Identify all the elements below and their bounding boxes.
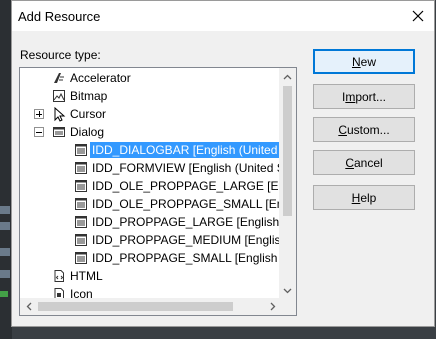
cursor-icon [51,106,67,122]
tree-item[interactable]: Bitmap [20,87,281,105]
tree-item-label: IDD_FORMVIEW [English (United States)] [92,161,281,175]
dialog-template-icon [73,178,89,194]
tree-item-label: Cursor [70,107,107,121]
chevron-up-icon [283,74,292,79]
background-editor-marks [0,200,10,300]
horizontal-scrollbar[interactable] [20,298,281,315]
tree-item[interactable]: IDD_OLE_PROPPAGE_SMALL [English (United … [20,195,281,213]
close-icon [412,10,424,22]
import-button[interactable]: Import... [313,84,415,109]
tree-item[interactable]: HTML [20,267,281,285]
scroll-up-button[interactable] [279,68,296,85]
tree-item-label: IDD_PROPPAGE_MEDIUM [English (United Sta… [92,233,281,247]
tree-item[interactable]: Cursor [20,105,281,123]
tree-item-label: IDD_PROPPAGE_LARGE [English (United Stat… [92,215,281,229]
tree-item[interactable]: Dialog [20,123,281,141]
dialog-template-icon [73,214,89,230]
title-bar: Add Resource [12,1,434,31]
dialog-title: Add Resource [18,9,101,24]
expand-icon[interactable] [34,109,44,119]
help-button[interactable]: Help [313,185,415,210]
scroll-down-button[interactable] [279,282,296,299]
dialog-template-icon [73,232,89,248]
html-icon [51,268,67,284]
tree-item-label: Bitmap [70,89,108,103]
chevron-right-icon [270,302,275,311]
horizontal-scroll-thumb[interactable] [38,302,233,311]
collapse-icon[interactable] [34,127,44,137]
chevron-down-icon [283,288,292,293]
cancel-button[interactable]: Cancel [313,150,415,175]
dialog-template-icon [73,160,89,176]
tree-item-label: HTML [70,269,103,283]
dialog-template-icon [73,196,89,212]
bitmap-icon [51,88,67,104]
tree-item-label: Accelerator [70,71,131,85]
chevron-left-icon [26,302,31,311]
tree-item-label: IDD_DIALOGBAR [English (United States)] [90,142,281,158]
resource-type-tree[interactable]: Accelerator Bitmap Cursor Dialog IDD_DIALOGB… [19,67,297,316]
tree-rows: Accelerator Bitmap Cursor Dialog IDD_DIALOGB… [20,69,281,299]
tree-item[interactable]: IDD_PROPPAGE_SMALL [English (United Stat… [20,249,281,267]
tree-item[interactable]: IDD_FORMVIEW [English (United States)] [20,159,281,177]
dialog-template-icon [73,142,89,158]
scroll-left-button[interactable] [20,298,37,315]
dialog-icon [51,124,67,140]
custom-button[interactable]: Custom... [313,117,415,142]
dialog-template-icon [73,250,89,266]
resource-type-label: Resource type: [20,48,101,62]
tree-item[interactable]: IDD_PROPPAGE_MEDIUM [English (United Sta… [20,231,281,249]
tree-item-label: IDD_OLE_PROPPAGE_LARGE [English (United … [92,179,281,193]
scrollbar-corner [279,298,296,315]
tree-item[interactable]: IDD_OLE_PROPPAGE_LARGE [English (United … [20,177,281,195]
vertical-scroll-thumb[interactable] [283,86,292,216]
tree-item-label: IDD_PROPPAGE_SMALL [English (United Stat… [92,251,281,265]
accelerator-icon [51,70,67,86]
add-resource-dialog: Add Resource Resource type: Accelerator B… [11,0,435,327]
tree-item-label: IDD_OLE_PROPPAGE_SMALL [English (United … [92,197,281,211]
tree-item[interactable]: IDD_DIALOGBAR [English (United States)] [20,141,281,159]
tree-item[interactable]: Icon [20,285,281,299]
tree-item[interactable]: Accelerator [20,69,281,87]
vertical-scrollbar[interactable] [279,68,296,299]
tree-item-label: Dialog [70,125,105,139]
background-indicator [0,291,8,297]
close-button[interactable] [404,3,432,29]
tree-item[interactable]: IDD_PROPPAGE_LARGE [English (United Stat… [20,213,281,231]
new-button[interactable]: New [313,49,415,74]
